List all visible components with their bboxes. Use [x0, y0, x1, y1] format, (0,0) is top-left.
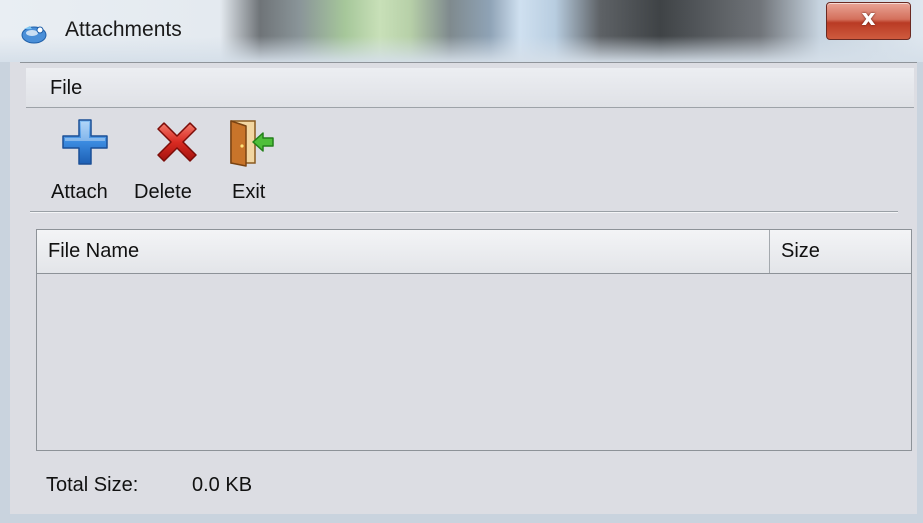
title-bar[interactable]: Attachments x [0, 0, 923, 62]
table-body[interactable] [37, 274, 911, 450]
attachments-window: Attachments x File Attach Delete Exit Fi… [0, 0, 923, 523]
column-header-size[interactable]: Size [770, 230, 911, 273]
content-region: File Name Size Total Size: 0.0 KB [20, 62, 917, 514]
total-size-label: Total Size: [46, 474, 139, 496]
window-title: Attachments [65, 18, 182, 41]
close-button[interactable]: x [826, 2, 911, 40]
total-size-value: 0.0 KB [192, 474, 253, 496]
table-header: File Name Size [37, 230, 911, 274]
attachments-globe-icon [21, 26, 47, 44]
close-icon: x [861, 6, 876, 31]
column-header-file-name[interactable]: File Name [37, 230, 770, 273]
attachments-table[interactable]: File Name Size [36, 229, 912, 451]
